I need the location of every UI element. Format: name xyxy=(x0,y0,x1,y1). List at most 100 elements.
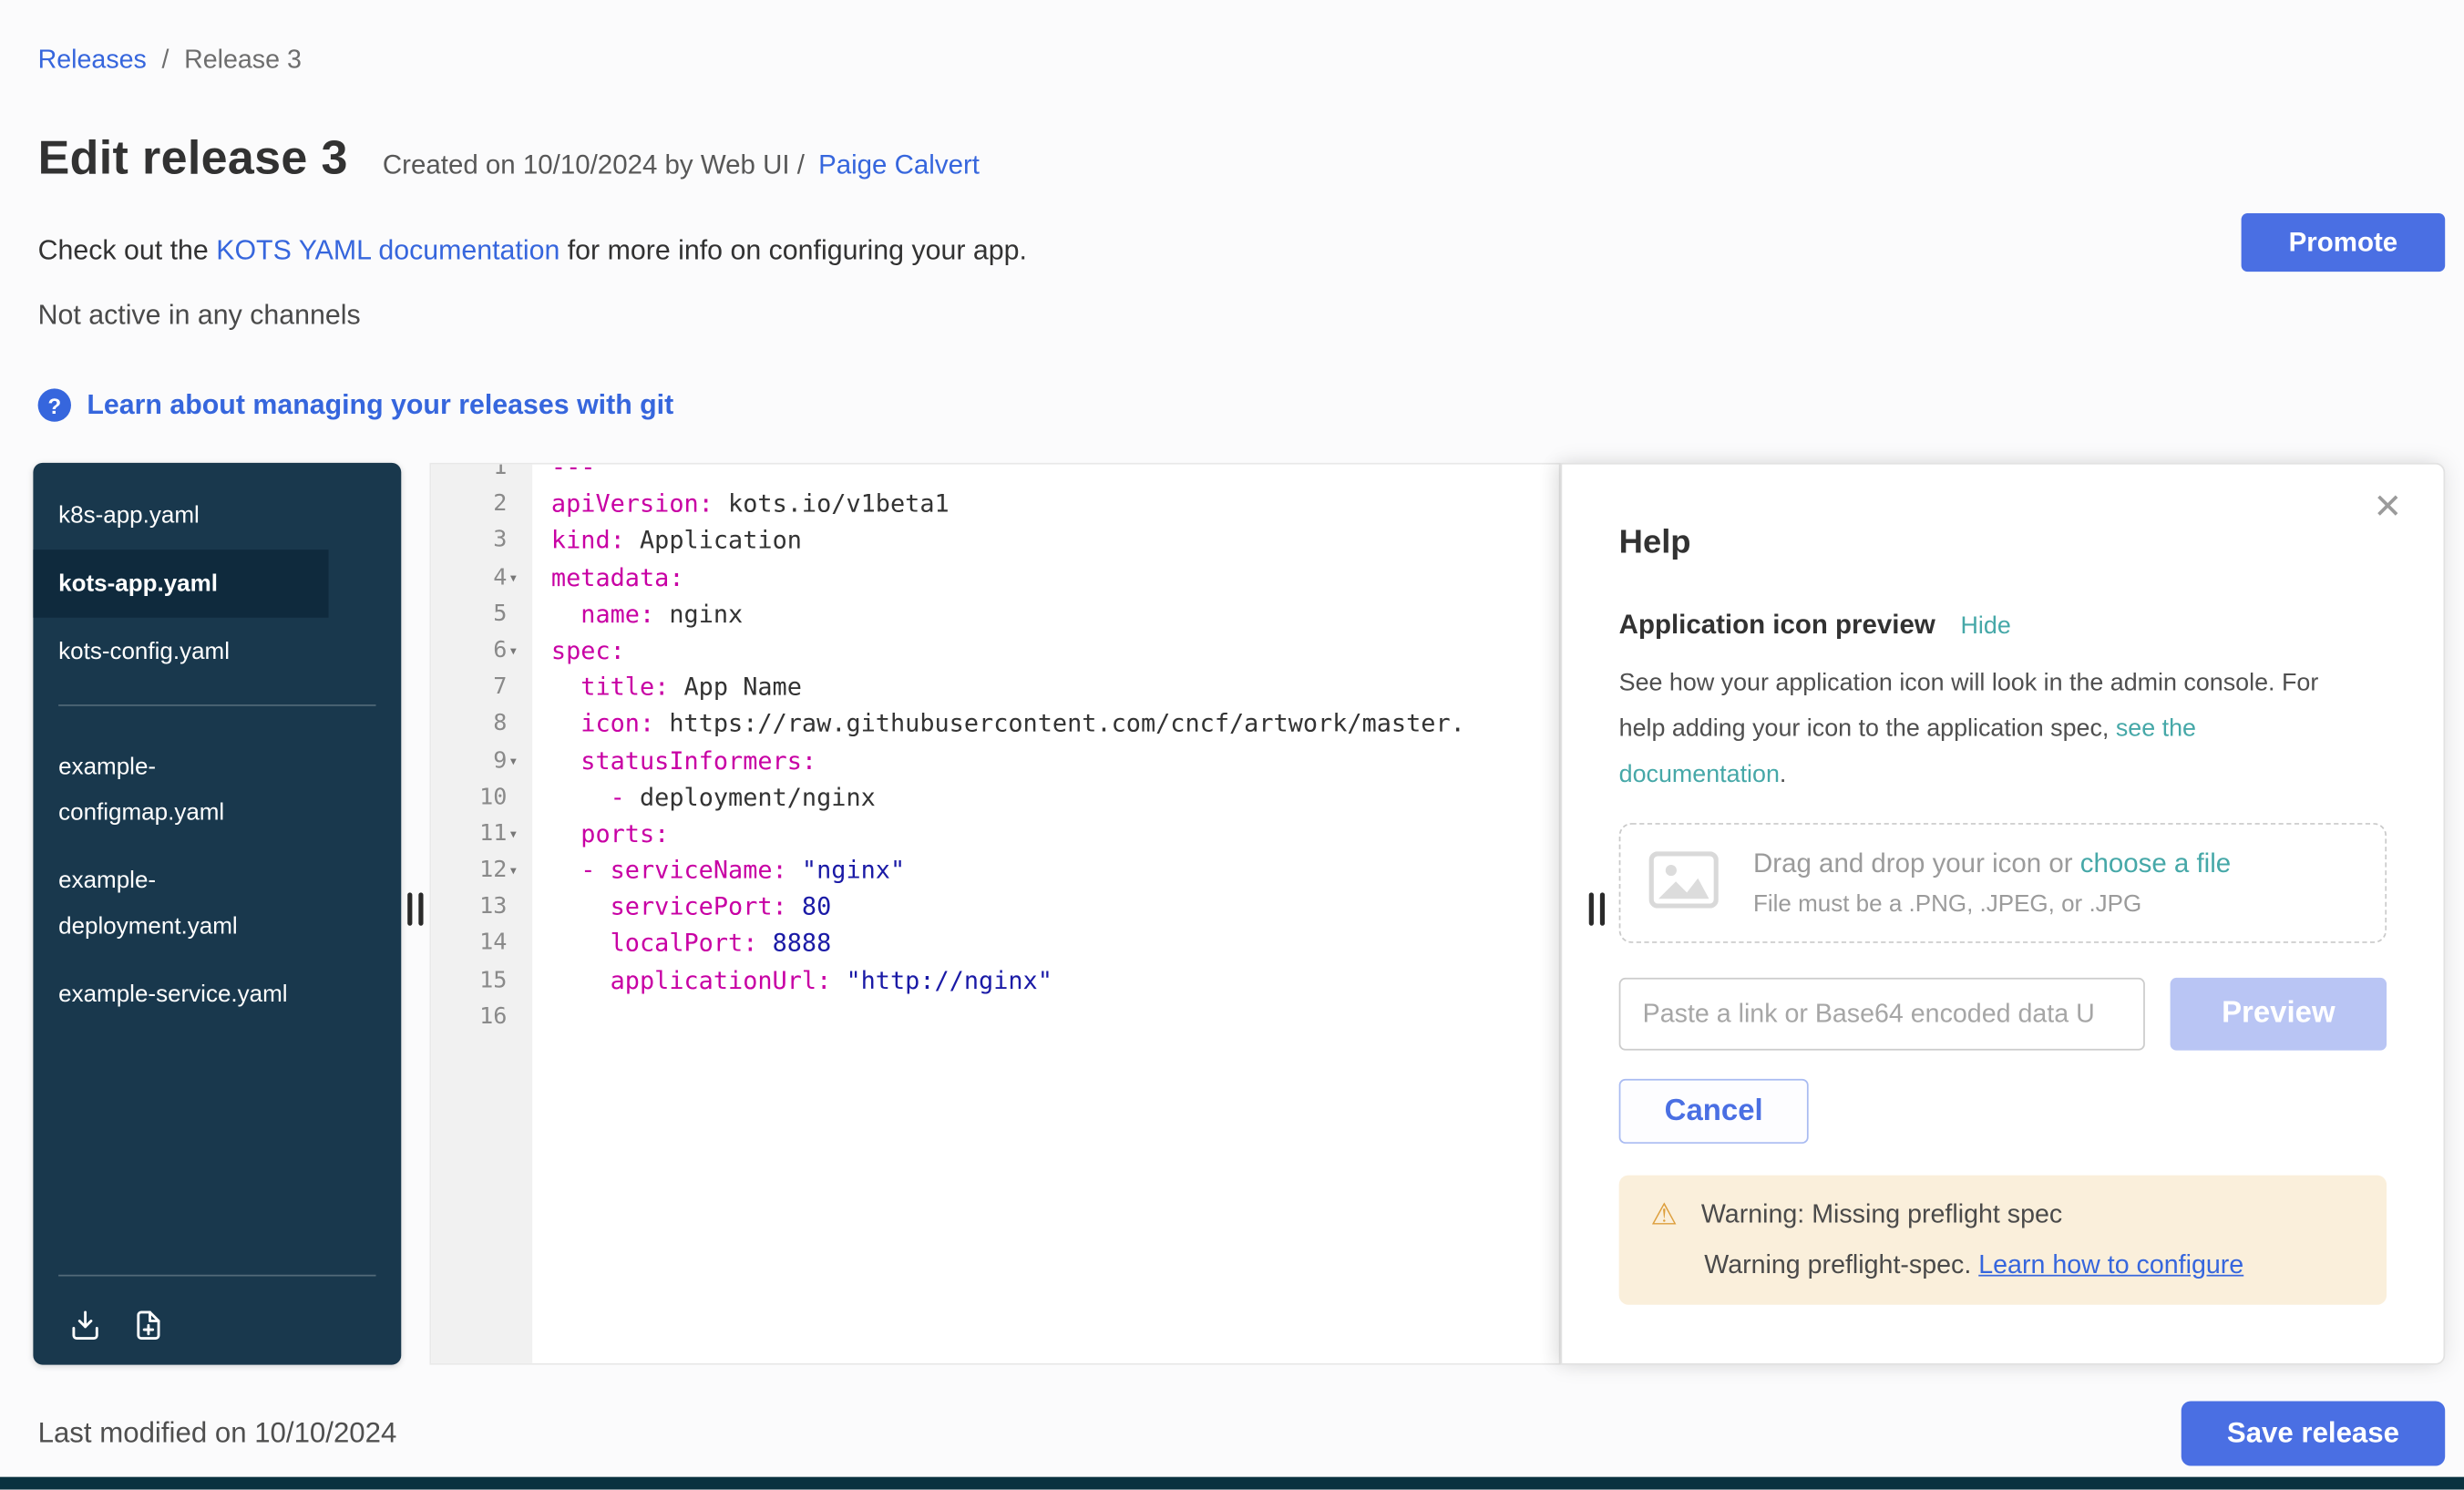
page-title: Edit release 3 xyxy=(38,133,348,187)
last-modified: Last modified on 10/10/2024 xyxy=(38,1417,397,1450)
file-list: k8s-app.yamlkots-app.yamlkots-config.yam… xyxy=(33,463,401,1029)
hide-link[interactable]: Hide xyxy=(1961,613,2011,642)
doc-text-post: for more info on configuring your app. xyxy=(560,234,1027,266)
code-line-8[interactable]: icon: https://raw.githubusercontent.com/… xyxy=(551,706,1559,743)
code-editor[interactable]: 1234▾56▾789▾1011▾12▾13141516 ---apiVersi… xyxy=(429,463,1560,1365)
gutter-line-8[interactable]: 8 xyxy=(431,706,532,743)
code-line-2[interactable]: apiVersion: kots.io/v1beta1 xyxy=(551,487,1559,523)
help-resize-handle[interactable] xyxy=(1589,892,1605,925)
help-panel: ✕ Help Application icon preview Hide See… xyxy=(1561,463,2446,1365)
gutter-line-12[interactable]: 12▾ xyxy=(431,853,532,889)
sidebar-bottom-divider xyxy=(58,1275,375,1277)
code-line-1[interactable]: --- xyxy=(551,465,1559,488)
code-line-10[interactable]: - deployment/nginx xyxy=(551,780,1559,817)
doc-line: Check out the KOTS YAML documentation fo… xyxy=(38,234,1027,267)
save-release-button[interactable]: Save release xyxy=(2182,1401,2445,1465)
gutter-line-15[interactable]: 15 xyxy=(431,963,532,1000)
gutter-line-2[interactable]: 2 xyxy=(431,487,532,523)
gutter-line-6[interactable]: 6▾ xyxy=(431,633,532,670)
preview-button[interactable]: Preview xyxy=(2171,978,2387,1051)
sidebar-resize-handle[interactable] xyxy=(407,892,423,925)
git-releases-link[interactable]: Learn about managing your releases with … xyxy=(87,388,673,421)
breadcrumb: Releases / Release 3 xyxy=(38,46,302,76)
kots-yaml-docs-link[interactable]: KOTS YAML documentation xyxy=(216,234,560,266)
sidebar-item-k8s-app-yaml[interactable]: k8s-app.yaml xyxy=(33,482,328,550)
warning-text: Warning preflight-spec. xyxy=(1704,1251,1978,1279)
dropzone-text: Drag and drop your icon or choose a file… xyxy=(1753,848,2231,918)
import-file-icon[interactable] xyxy=(68,1308,103,1342)
warning-icon: ⚠ xyxy=(1650,1200,1678,1230)
close-icon[interactable]: ✕ xyxy=(2373,489,2402,524)
gutter-line-16[interactable]: 16 xyxy=(431,1000,532,1036)
editor-code[interactable]: ---apiVersion: kots.io/v1beta1kind: Appl… xyxy=(532,465,1559,1363)
code-line-12[interactable]: - serviceName: "nginx" xyxy=(551,853,1559,889)
fold-caret-icon[interactable]: ▾ xyxy=(508,817,529,853)
sidebar-group-divider xyxy=(58,704,375,706)
help-title: Help xyxy=(1619,524,2387,562)
fold-caret-icon[interactable]: ▾ xyxy=(508,744,529,780)
new-file-icon[interactable] xyxy=(131,1308,166,1342)
gutter-line-3[interactable]: 3 xyxy=(431,523,532,560)
breadcrumb-current: Release 3 xyxy=(184,46,302,74)
code-line-3[interactable]: kind: Application xyxy=(551,523,1559,560)
dropzone-instruction: Drag and drop your icon or xyxy=(1753,848,2080,879)
gutter-line-13[interactable]: 13 xyxy=(431,889,532,926)
created-text: Created on 10/10/2024 by Web UI / xyxy=(383,150,805,180)
gutter-line-14[interactable]: 14 xyxy=(431,926,532,962)
fold-caret-icon[interactable]: ▾ xyxy=(508,853,529,889)
warning-box: ⚠ Warning: Missing preflight spec Warnin… xyxy=(1619,1176,2387,1305)
gutter-line-9[interactable]: 9▾ xyxy=(431,744,532,780)
help-description-text: See how your application icon will look … xyxy=(1619,670,2319,743)
help-circle-icon[interactable]: ? xyxy=(38,388,71,421)
title-row: Edit release 3 Created on 10/10/2024 by … xyxy=(38,133,980,187)
code-line-4[interactable]: metadata: xyxy=(551,560,1559,597)
choose-file-link[interactable]: choose a file xyxy=(2080,848,2231,879)
gutter-line-1[interactable]: 1 xyxy=(431,463,532,487)
editor-gutter: 1234▾56▾789▾1011▾12▾13141516 xyxy=(431,465,532,1363)
channel-status: Not active in any channels xyxy=(38,299,361,332)
help-description: See how your application icon will look … xyxy=(1619,661,2333,798)
icon-dropzone[interactable]: Drag and drop your icon or choose a file… xyxy=(1619,823,2387,943)
breadcrumb-separator: / xyxy=(161,46,169,74)
promote-button[interactable]: Promote xyxy=(2242,213,2446,272)
fold-caret-icon[interactable]: ▾ xyxy=(508,560,529,597)
sidebar-item-example-configmap-yaml[interactable]: example-configmap.yaml xyxy=(33,733,328,847)
sidebar-item-kots-app-yaml[interactable]: kots-app.yaml xyxy=(33,550,328,618)
gutter-line-10[interactable]: 10 xyxy=(431,780,532,817)
doc-text-pre: Check out the xyxy=(38,234,217,266)
icon-url-row: Preview xyxy=(1619,978,2387,1051)
fold-caret-icon[interactable]: ▾ xyxy=(508,633,529,670)
dropzone-hint: File must be a .PNG, .JPEG, or .JPG xyxy=(1753,891,2231,918)
code-line-15[interactable]: applicationUrl: "http://nginx" xyxy=(551,963,1559,1000)
git-help-row: ? Learn about managing your releases wit… xyxy=(38,388,674,421)
icon-url-input[interactable] xyxy=(1619,978,2145,1051)
sidebar-item-kots-config-yaml[interactable]: kots-config.yaml xyxy=(33,618,328,686)
warning-title: Warning: Missing preflight spec xyxy=(1701,1200,2062,1230)
code-line-16[interactable] xyxy=(551,1000,1559,1036)
code-line-6[interactable]: spec: xyxy=(551,633,1559,670)
page: Releases / Release 3 Edit release 3 Crea… xyxy=(0,0,2464,1490)
code-line-9[interactable]: statusInformers: xyxy=(551,744,1559,780)
code-line-14[interactable]: localPort: 8888 xyxy=(551,926,1559,962)
code-line-7[interactable]: title: App Name xyxy=(551,670,1559,706)
cancel-button[interactable]: Cancel xyxy=(1619,1079,1809,1144)
bottom-bar xyxy=(0,1477,2464,1490)
gutter-line-5[interactable]: 5 xyxy=(431,597,532,633)
gutter-line-7[interactable]: 7 xyxy=(431,670,532,706)
gutter-line-4[interactable]: 4▾ xyxy=(431,560,532,597)
icon-preview-section: Application icon preview Hide xyxy=(1619,610,2387,642)
code-line-5[interactable]: name: nginx xyxy=(551,597,1559,633)
code-line-13[interactable]: servicePort: 80 xyxy=(551,889,1559,926)
configure-preflight-link[interactable]: Learn how to configure xyxy=(1978,1251,2243,1279)
sidebar-item-example-deployment-yaml[interactable]: example-deployment.yaml xyxy=(33,847,328,961)
icon-preview-title: Application icon preview xyxy=(1619,610,1935,642)
created-info: Created on 10/10/2024 by Web UI / Paige … xyxy=(383,150,980,182)
help-description-suffix: . xyxy=(1780,761,1786,787)
gutter-line-11[interactable]: 11▾ xyxy=(431,817,532,853)
sidebar-item-example-service-yaml[interactable]: example-service.yaml xyxy=(33,961,328,1029)
workspace: k8s-app.yamlkots-app.yamlkots-config.yam… xyxy=(33,463,2445,1365)
code-line-11[interactable]: ports: xyxy=(551,817,1559,853)
breadcrumb-releases-link[interactable]: Releases xyxy=(38,46,147,74)
author-link[interactable]: Paige Calvert xyxy=(818,150,980,180)
footer: Last modified on 10/10/2024 Save release xyxy=(38,1401,2446,1465)
